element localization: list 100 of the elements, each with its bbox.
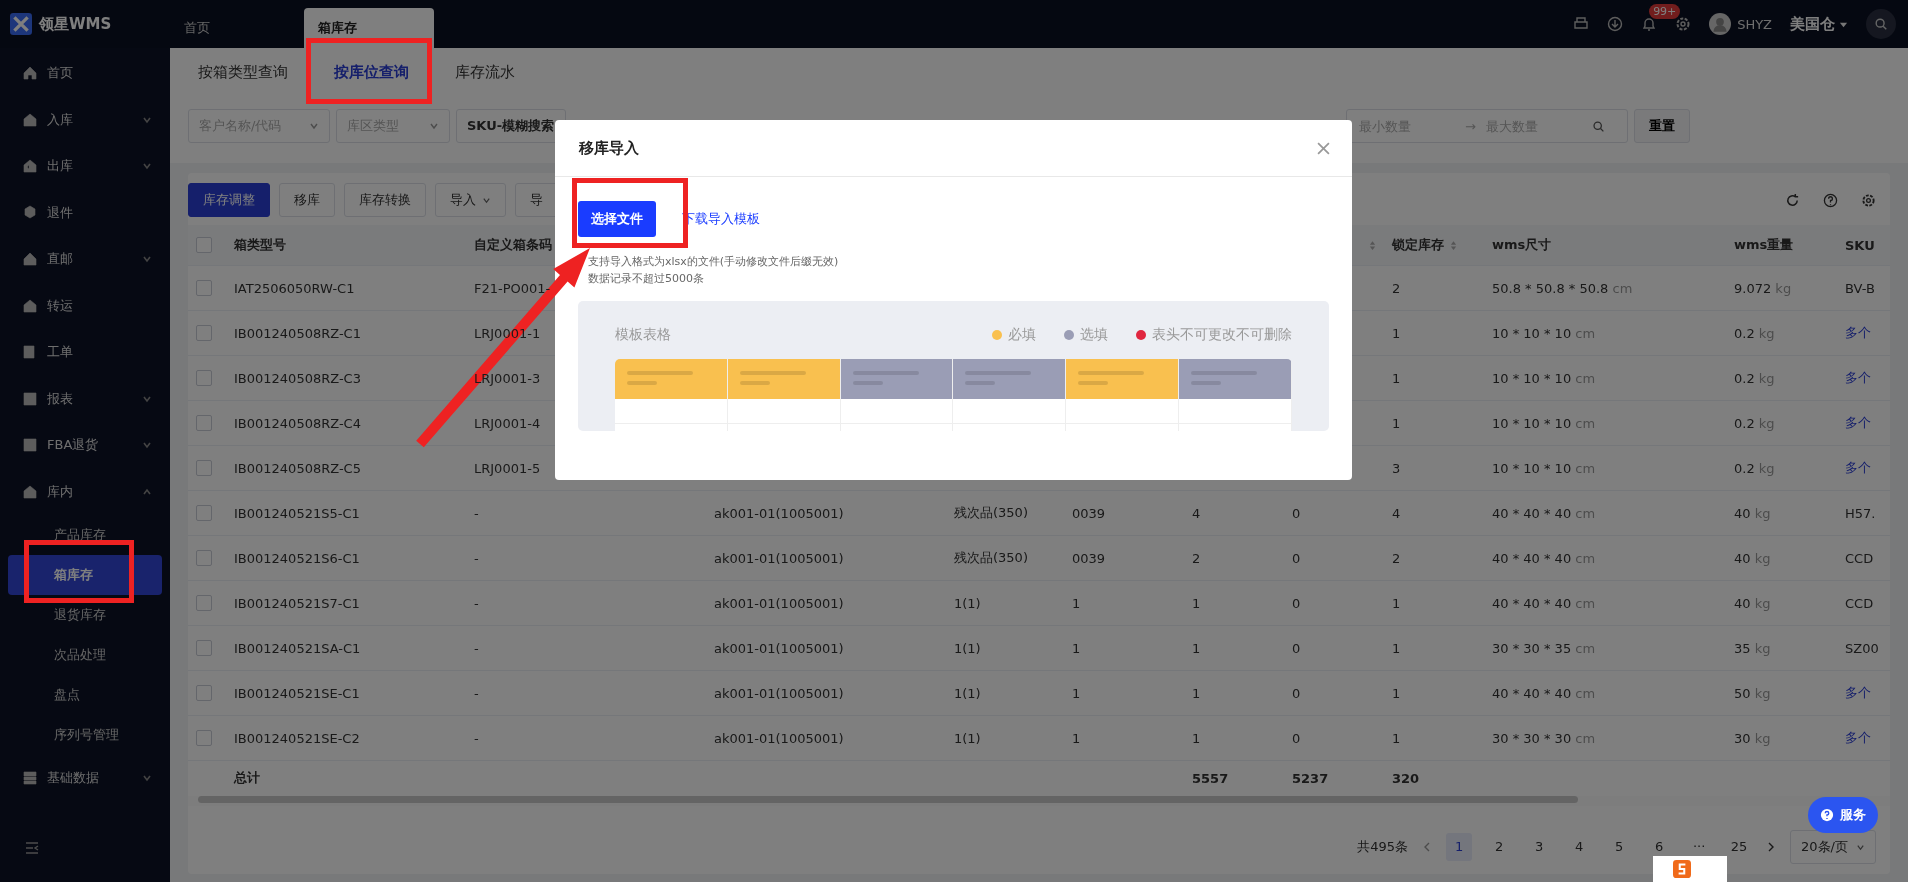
sidebar-item[interactable]: 直邮 [0,236,170,283]
page-number[interactable]: 1 [1446,833,1473,861]
page-tab[interactable]: 首页 [170,8,300,48]
avatar-icon[interactable] [1709,13,1732,35]
horizontal-scrollbar[interactable] [198,796,1578,803]
table-cell: IAT2506050RW-C1 [234,280,355,296]
sku-link[interactable]: 多个 [1845,460,1871,475]
help-icon[interactable] [1823,192,1838,208]
settings-icon[interactable] [1675,16,1692,32]
table-cell: 残次品(350) [954,505,1028,520]
row-checkbox[interactable] [196,595,212,612]
table-cell: 1(1) [954,730,981,746]
sidebar-subitem[interactable]: 退货库存 [8,595,162,635]
refresh-icon[interactable] [1785,192,1800,208]
table-cell: ak001-01(1005001) [714,640,844,656]
view-tab[interactable]: 按箱类型查询 [190,62,296,82]
table-cell: LRJ0001-4 [474,415,541,431]
total-cell: 总计 [234,770,260,785]
table-cell: 4 [1392,505,1401,521]
sort-icon[interactable] [1450,239,1457,251]
row-checkbox[interactable] [196,640,212,657]
sidebar-subitem[interactable]: 箱库存 [8,555,162,595]
toolbar-button[interactable]: 导入 [435,183,506,217]
table-cell: 1 [1392,370,1401,386]
select-file-button[interactable]: 选择文件 [578,201,656,237]
sidebar-item[interactable]: 首页 [0,50,170,97]
sidebar-subitem[interactable]: 序列号管理 [8,715,162,755]
row-checkbox[interactable] [196,415,212,432]
table-cell: 1 [1192,685,1201,701]
toolbar-button[interactable]: 库存调整 [188,183,270,217]
row-checkbox[interactable] [196,685,212,702]
row-checkbox[interactable] [196,460,212,477]
printer-icon[interactable] [1573,16,1590,32]
warehouse-dropdown[interactable]: 美国仓 [1790,14,1835,34]
bell-icon[interactable] [1641,16,1658,32]
table-cell: ak001-01(1005001) [714,730,844,746]
table-cell: IB001240521S6-C1 [234,550,360,566]
table-cell: CCD [1845,595,1874,611]
table-cell: 1 [1392,415,1401,431]
sku-link[interactable]: 多个 [1845,730,1871,745]
row-checkbox[interactable] [196,370,212,387]
sku-link[interactable]: 多个 [1845,370,1871,385]
table-cell: 0 [1292,685,1301,701]
settings-icon[interactable] [1861,192,1876,208]
search-icon [1874,17,1888,31]
table-cell: 2 [1392,280,1401,296]
page-number[interactable]: 5 [1606,833,1633,861]
template-title: 模板表格 [615,326,671,344]
table-cell: - [474,640,479,656]
view-tab[interactable]: 库存流水 [447,62,523,82]
row-checkbox[interactable] [196,730,212,747]
dialog-title: 移库导入 [579,138,639,158]
reset-button[interactable]: 重置 [1634,109,1690,143]
sidebar-item[interactable]: FBA退货 [0,422,170,469]
sku-link[interactable]: 多个 [1845,685,1871,700]
sort-icon[interactable] [1369,239,1376,251]
row-checkbox[interactable] [196,280,212,297]
sidebar-item[interactable]: 转运 [0,282,170,329]
page-number[interactable]: 3 [1526,833,1553,861]
sku-link[interactable]: 多个 [1845,415,1871,430]
download-icon[interactable] [1607,16,1624,32]
sku-link[interactable]: 多个 [1845,325,1871,340]
sidebar-item[interactable]: 工单 [0,329,170,376]
search-button[interactable] [1866,9,1896,39]
toolbar-button[interactable]: 移库 [279,183,335,217]
sidebar-item[interactable]: 报表 [0,375,170,422]
table-cell: IB001240521S5-C1 [234,505,360,521]
logo-text: 领星WMS [39,14,112,34]
user-name[interactable]: SHYZ [1737,16,1772,32]
table-cell: 2 [1392,550,1401,566]
page-number[interactable]: 2 [1486,833,1513,861]
sidebar-subitem[interactable]: 产品库存 [8,515,162,555]
sidebar-item[interactable]: 基础数据 [0,755,170,802]
row-checkbox[interactable] [196,325,212,342]
table-cell: IB001240521SE-C2 [234,730,360,746]
sidebar-item[interactable]: 入库 [0,96,170,143]
search-icon [1591,119,1605,133]
table-cell: IB001240508RZ-C3 [234,370,361,386]
page-number[interactable]: 4 [1566,833,1593,861]
row-checkbox[interactable] [196,505,212,522]
toolbar-button[interactable]: 库存转换 [344,183,426,217]
table-cell: - [474,685,479,701]
view-tab[interactable]: 按库位查询 [326,62,417,82]
sidebar-item[interactable]: 退件 [0,189,170,236]
table-cell: IB001240521SE-C1 [234,685,360,701]
page-number[interactable]: 25 [1726,833,1753,861]
service-button[interactable]: 服务 [1808,797,1878,833]
sidebar-subitem[interactable]: 次品处理 [8,635,162,675]
close-icon[interactable] [1317,141,1330,155]
sidebar-item[interactable]: 出库 [0,143,170,190]
toolbar-button[interactable]: 导 [515,183,558,217]
legend-label: 表头不可更改不可删除 [1152,326,1292,344]
legend-label: 必填 [1008,326,1036,344]
sidebar-subitem[interactable]: 盘点 [8,675,162,715]
ime-logo-icon [1673,860,1691,878]
row-checkbox[interactable] [196,550,212,567]
collapse-menu-icon[interactable] [24,840,40,856]
table-cell: ak001-01(1005001) [714,550,844,566]
sidebar-item[interactable]: 库内 [0,468,170,515]
select-all-checkbox[interactable] [196,237,212,254]
